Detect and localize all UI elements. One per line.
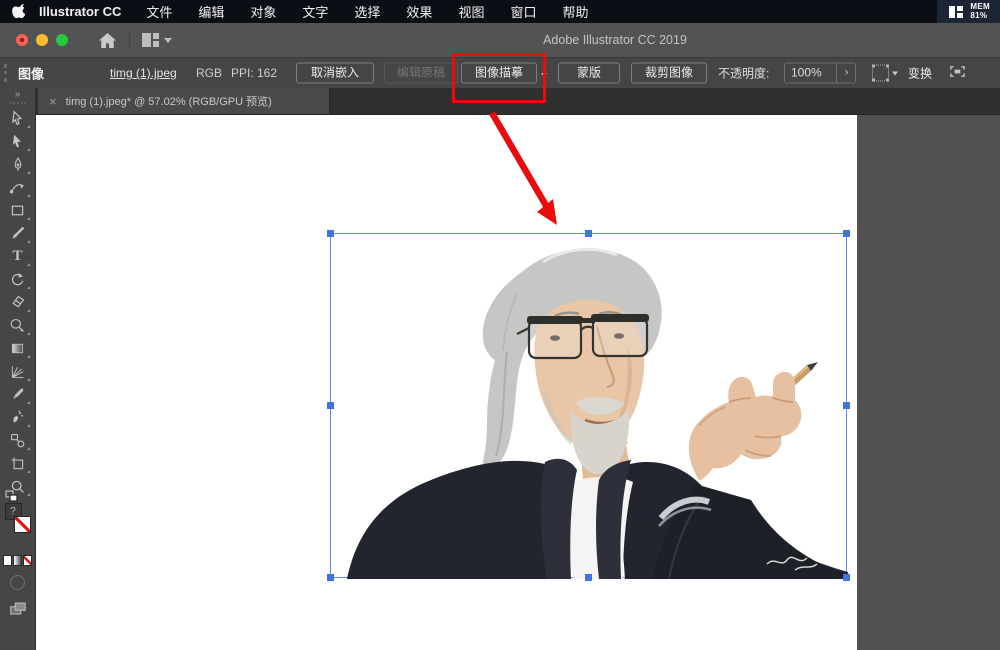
opacity-label: 不透明度: — [718, 66, 770, 81]
minimize-window-button[interactable] — [36, 34, 48, 46]
menu-help[interactable]: 帮助 — [549, 2, 601, 21]
document-tab-bar: × timg (1).jpeg* @ 57.02% (RGB/GPU 预览) — [36, 88, 1000, 115]
home-icon[interactable] — [98, 32, 117, 49]
none-swatch-button[interactable] — [23, 555, 32, 566]
draw-mode-icon[interactable] — [10, 575, 25, 590]
eraser-tool[interactable] — [4, 291, 32, 314]
opacity-value[interactable]: 100% — [791, 64, 822, 83]
apple-menu-icon[interactable] — [12, 4, 25, 19]
unembed-button[interactable]: 取消嵌入 — [296, 62, 374, 84]
perspective-grid-tool[interactable] — [4, 360, 32, 383]
panel-grip[interactable] — [9, 102, 26, 104]
workspace-switcher[interactable] — [142, 33, 172, 47]
layout-grid-icon — [142, 33, 159, 47]
pasteboard-right[interactable] — [857, 115, 1000, 650]
embedded-photo-man-pointing[interactable] — [331, 234, 848, 580]
symbol-sprayer-tool[interactable] — [4, 406, 32, 429]
ppi-label: PPI: 162 — [231, 66, 278, 80]
memory-indicator[interactable]: MEM 81% — [937, 0, 1000, 23]
gradient-tool[interactable] — [4, 337, 32, 360]
type-tool[interactable]: T — [4, 245, 32, 268]
menu-view[interactable]: 视图 — [445, 2, 497, 21]
selection-handle-bottom-left[interactable] — [327, 574, 334, 581]
selected-image-object[interactable] — [327, 230, 850, 581]
memory-readout: MEM 81% — [970, 2, 990, 20]
menu-file[interactable]: 文件 — [133, 2, 185, 21]
select-similar-icon — [872, 64, 889, 82]
gradient-swatch-button[interactable] — [13, 555, 22, 566]
window-panes-icon — [949, 5, 964, 18]
menu-object[interactable]: 对象 — [237, 2, 289, 21]
opacity-spinner[interactable]: › — [835, 63, 848, 83]
menu-type[interactable]: 文字 — [289, 2, 341, 21]
pen-tool[interactable] — [4, 153, 32, 176]
hand — [688, 372, 802, 480]
scale-tool[interactable] — [4, 314, 32, 337]
color-mode-label: RGB — [196, 66, 223, 80]
chevron-down-icon — [164, 37, 172, 43]
edit-original-button: 编辑原稿 — [384, 62, 458, 84]
curvature-tool[interactable] — [4, 176, 32, 199]
rectangle-tool[interactable] — [4, 199, 32, 222]
controlbar-grip[interactable] — [4, 64, 7, 82]
close-tab-icon[interactable]: × — [49, 95, 57, 108]
window-titlebar: Adobe Illustrator CC 2019 — [0, 23, 1000, 57]
selection-handle-top-left[interactable] — [327, 230, 334, 237]
selection-tool[interactable] — [4, 107, 32, 130]
document-tab-label: timg (1).jpeg* @ 57.02% (RGB/GPU 预览) — [65, 96, 272, 108]
opacity-field[interactable]: 100% › — [784, 62, 856, 84]
context-label: 图像 — [18, 66, 45, 82]
paintbrush-tool[interactable] — [4, 222, 32, 245]
stroke-swatch-none[interactable] — [13, 516, 31, 533]
control-bar: 图像 timg (1).jpeg RGB PPI: 162 取消嵌入 编辑原稿 … — [0, 57, 1000, 88]
fill-stroke-widget[interactable]: ? — [4, 490, 31, 547]
select-similar-control[interactable] — [872, 64, 898, 82]
selection-handle-mid-right[interactable] — [843, 402, 850, 409]
menu-select[interactable]: 选择 — [341, 2, 393, 21]
free-transform-icon[interactable] — [948, 63, 967, 83]
image-trace-button[interactable]: 图像描摹 — [461, 62, 537, 84]
transform-link[interactable]: 变换 — [908, 65, 932, 82]
window-title: Adobe Illustrator CC 2019 — [543, 33, 687, 47]
close-window-button[interactable] — [16, 34, 28, 46]
mask-button[interactable]: 蒙版 — [558, 62, 620, 84]
tools-panel: » T ? — [0, 88, 36, 650]
color-type-bar — [3, 555, 32, 566]
selection-handle-top-mid[interactable] — [585, 230, 592, 237]
direct-selection-tool[interactable] — [4, 130, 32, 153]
menu-edit[interactable]: 编辑 — [185, 2, 237, 21]
titlebar-divider — [129, 30, 130, 50]
color-swatch-button[interactable] — [3, 555, 12, 566]
image-trace-preset-chevron-icon[interactable] — [541, 66, 547, 80]
illustrator-window: Illustrator CC 文件 编辑 对象 文字 选择 效果 视图 窗口 帮… — [0, 0, 1000, 650]
rotate-tool[interactable] — [4, 268, 32, 291]
zoom-window-button[interactable] — [56, 34, 68, 46]
active-app-name[interactable]: Illustrator CC — [39, 4, 121, 19]
menubar: Illustrator CC 文件 编辑 对象 文字 选择 效果 视图 窗口 帮… — [0, 0, 1000, 23]
selection-handle-mid-left[interactable] — [327, 402, 334, 409]
default-fill-stroke-icon[interactable] — [4, 489, 18, 502]
blend-tool[interactable] — [4, 429, 32, 452]
linked-file-name[interactable]: timg (1).jpeg — [110, 66, 177, 80]
screen-mode-icon[interactable] — [4, 597, 32, 620]
crop-image-button[interactable]: 裁剪图像 — [631, 62, 707, 84]
collapse-panel-icon[interactable]: » — [0, 88, 35, 101]
selection-handle-bottom-right[interactable] — [843, 574, 850, 581]
selection-handle-bottom-mid[interactable] — [585, 574, 592, 581]
chevron-down-icon — [892, 71, 898, 75]
document-tab[interactable]: × timg (1).jpeg* @ 57.02% (RGB/GPU 预览) — [38, 88, 330, 114]
eyedropper-tool[interactable] — [4, 383, 32, 406]
artboard-tool[interactable] — [4, 452, 32, 475]
selection-handle-top-right[interactable] — [843, 230, 850, 237]
menu-window[interactable]: 窗口 — [497, 2, 549, 21]
menu-effect[interactable]: 效果 — [393, 2, 445, 21]
